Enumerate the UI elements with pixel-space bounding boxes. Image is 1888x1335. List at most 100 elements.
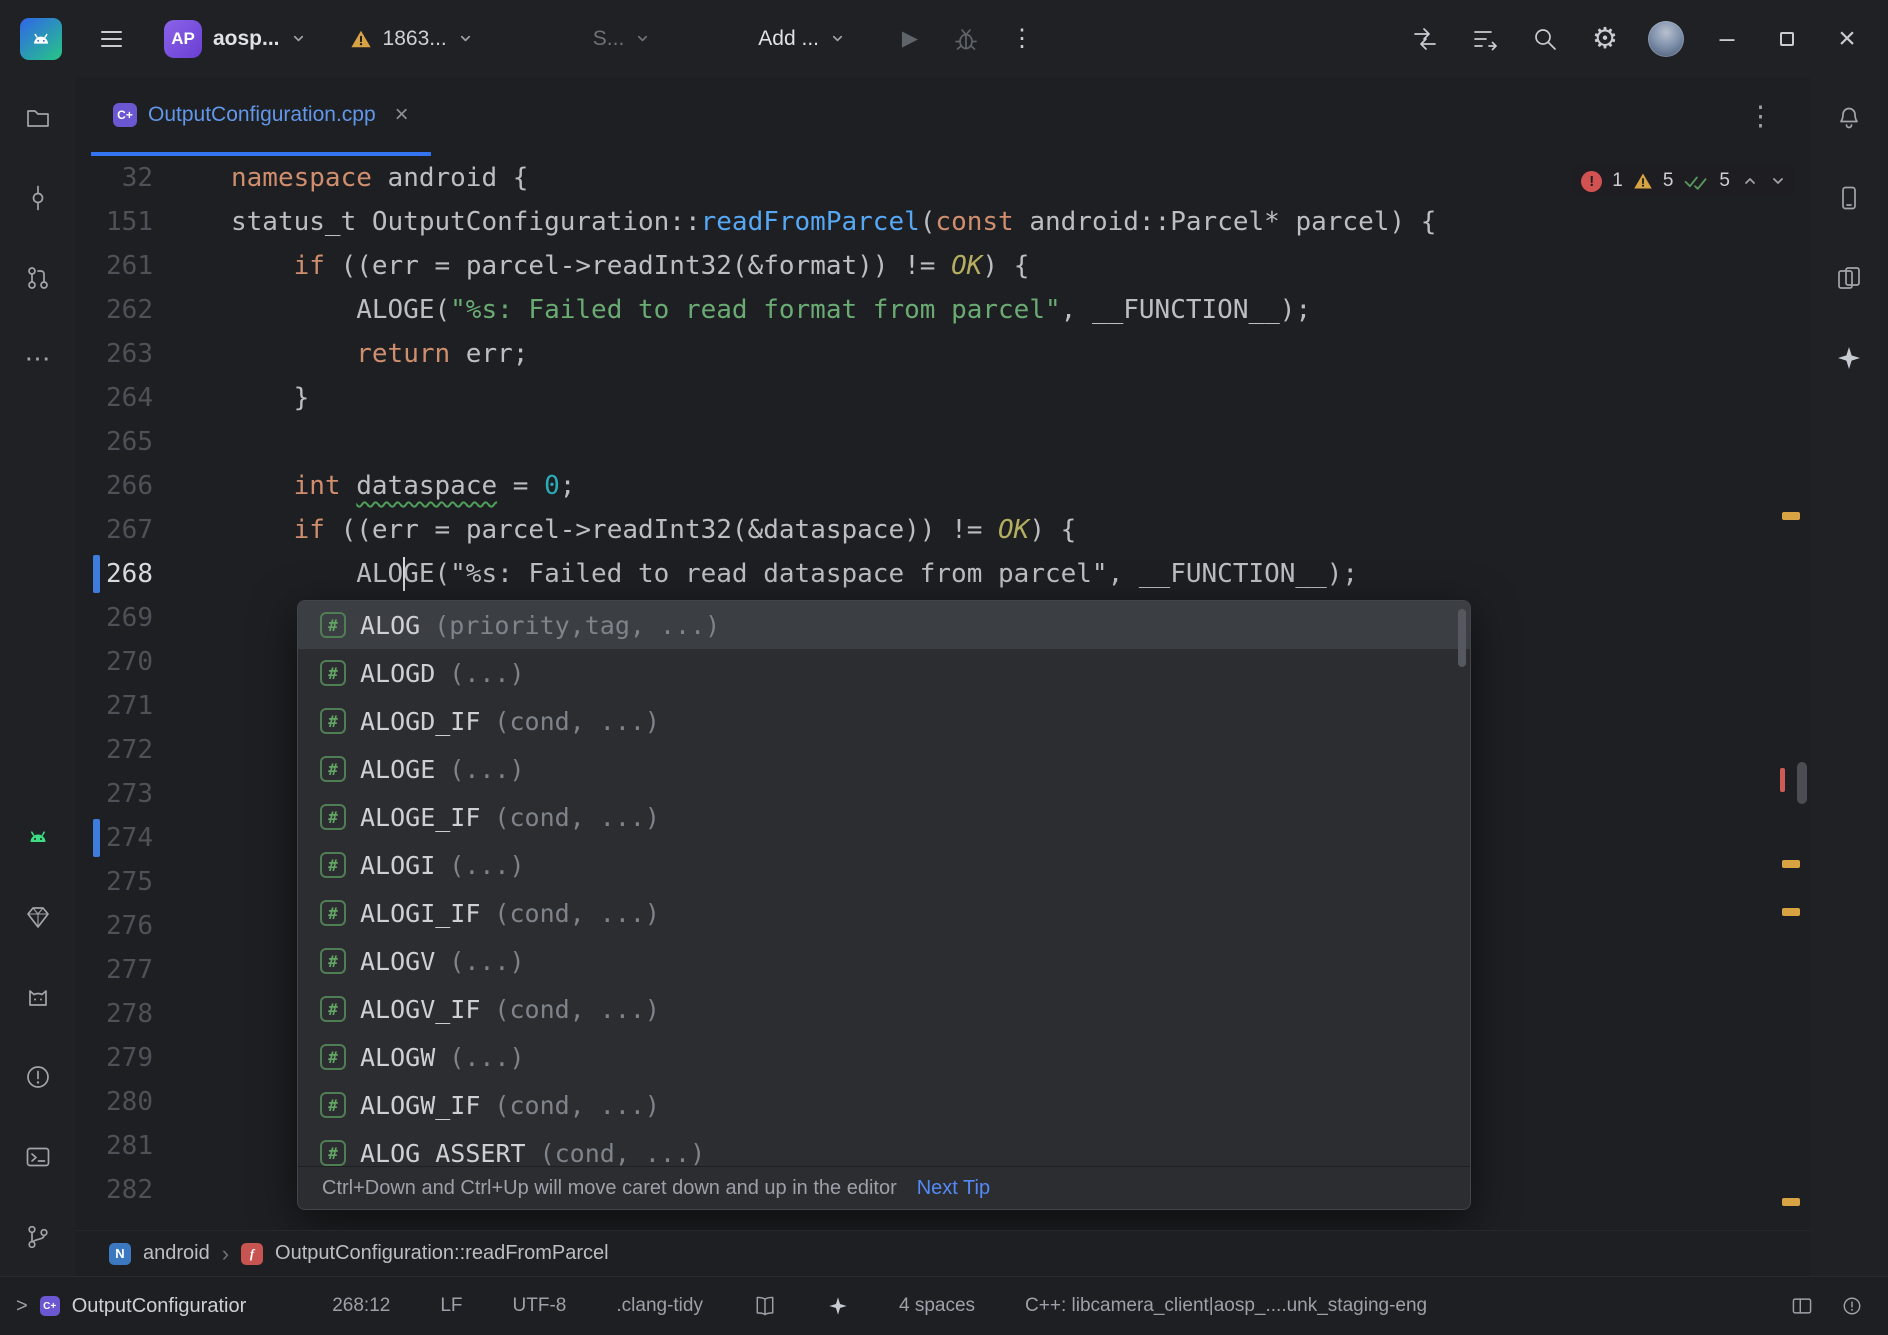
line-number[interactable]: 278 xyxy=(75,992,231,1036)
chevron-down-icon[interactable] xyxy=(1770,173,1786,189)
code-with-me-button[interactable] xyxy=(1408,22,1442,56)
line-number[interactable]: 262 xyxy=(75,288,231,332)
window-layout-icon[interactable] xyxy=(1790,1294,1814,1318)
completion-item[interactable]: #ALOGI(...) xyxy=(298,841,1470,889)
line-number[interactable]: 275 xyxy=(75,860,231,904)
completion-item[interactable]: #ALOGE_IF(cond, ...) xyxy=(298,793,1470,841)
code-line[interactable]: 266 int dataspace = 0; xyxy=(75,464,1810,508)
reader-mode-icon[interactable] xyxy=(753,1294,777,1318)
line-number[interactable]: 266 xyxy=(75,464,231,508)
error-indicator-icon[interactable] xyxy=(1840,1294,1864,1318)
line-number[interactable]: 273 xyxy=(75,772,231,816)
completion-item[interactable]: #ALOGW(...) xyxy=(298,1033,1470,1081)
more-actions-button[interactable]: ⋮ xyxy=(1005,22,1039,56)
code-line[interactable]: 267 if ((err = parcel->readInt32(&datasp… xyxy=(75,508,1810,552)
line-number[interactable]: 267 xyxy=(75,508,231,552)
app-quality-insights-button[interactable] xyxy=(23,902,53,932)
line-number[interactable]: 276 xyxy=(75,904,231,948)
running-devices-button[interactable] xyxy=(1834,263,1864,293)
line-number[interactable]: 261 xyxy=(75,244,231,288)
ruler-mark-warning[interactable] xyxy=(1782,860,1800,868)
completion-item[interactable]: #ALOGV(...) xyxy=(298,937,1470,985)
code-editor[interactable]: 32namespace android {151status_t OutputC… xyxy=(75,156,1810,1230)
pull-requests-tool-button[interactable] xyxy=(23,263,53,293)
code-line[interactable]: 264 } xyxy=(75,376,1810,420)
project-widget[interactable]: AP aosp... xyxy=(152,12,318,66)
line-number[interactable]: 151 xyxy=(75,200,231,244)
line-number[interactable]: 32 xyxy=(75,156,231,200)
completion-item[interactable]: #ALOGW_IF(cond, ...) xyxy=(298,1081,1470,1129)
next-tip-link[interactable]: Next Tip xyxy=(917,1177,990,1200)
line-number[interactable]: 264 xyxy=(75,376,231,420)
tab-outputconfiguration-cpp[interactable]: C+ OutputConfiguration.cpp × xyxy=(91,77,431,156)
completion-item[interactable]: #ALOGV_IF(cond, ...) xyxy=(298,985,1470,1033)
completion-item[interactable]: #ALOGD(...) xyxy=(298,649,1470,697)
commit-tool-button[interactable] xyxy=(23,183,53,213)
code-line[interactable]: 261 if ((err = parcel->readInt32(&format… xyxy=(75,244,1810,288)
breadcrumb-item-function[interactable]: OutputConfiguration::readFromParcel xyxy=(275,1242,609,1265)
project-tool-button[interactable] xyxy=(23,103,53,133)
vcs-change-marker[interactable] xyxy=(93,819,100,857)
toolchain-widget[interactable]: C++: libcamera_client|aosp_....unk_stagi… xyxy=(1025,1295,1427,1317)
run-configuration-widget[interactable]: S... xyxy=(581,19,663,59)
user-avatar[interactable] xyxy=(1648,21,1684,57)
debug-button[interactable] xyxy=(949,22,983,56)
completion-item[interactable]: #ALOGE(...) xyxy=(298,745,1470,793)
line-number[interactable]: 271 xyxy=(75,684,231,728)
main-menu-button[interactable] xyxy=(94,22,128,56)
line-number[interactable]: 263 xyxy=(75,332,231,376)
ruler-mark-error[interactable] xyxy=(1780,768,1785,792)
close-tab-icon[interactable]: × xyxy=(395,101,409,129)
completion-item[interactable]: #ALOG(priority,tag, ...) xyxy=(298,601,1470,649)
search-everywhere-button[interactable] xyxy=(1528,22,1562,56)
line-number[interactable]: 269 xyxy=(75,596,231,640)
vcs-change-marker[interactable] xyxy=(93,555,100,593)
inspections-widget[interactable]: ! 1 5 5 xyxy=(1573,166,1794,196)
encoding-widget[interactable]: UTF-8 xyxy=(513,1295,567,1317)
clang-tidy-widget[interactable]: .clang-tidy xyxy=(616,1295,703,1317)
line-number[interactable]: 280 xyxy=(75,1080,231,1124)
code-line[interactable]: 263 return err; xyxy=(75,332,1810,376)
line-number[interactable]: 265 xyxy=(75,420,231,464)
minimize-button[interactable]: – xyxy=(1710,22,1744,56)
gemini-button[interactable] xyxy=(1834,343,1864,373)
ruler-mark-warning[interactable] xyxy=(1782,1198,1800,1206)
line-number[interactable]: 279 xyxy=(75,1036,231,1080)
notifications-button[interactable] xyxy=(1834,103,1864,133)
logcat-button[interactable] xyxy=(23,982,53,1012)
line-number[interactable]: 270 xyxy=(75,640,231,684)
statusbar-file-name[interactable]: OutputConfiguratior xyxy=(72,1295,247,1318)
editor-scrollbar-thumb[interactable] xyxy=(1797,762,1807,804)
breadcrumb-item-namespace[interactable]: android xyxy=(143,1242,210,1265)
expand-chevron-icon[interactable]: > xyxy=(16,1295,28,1318)
maximize-button[interactable] xyxy=(1770,22,1804,56)
completion-scrollbar[interactable] xyxy=(1458,609,1466,667)
code-line[interactable]: 268 ALOGE("%s: Failed to read dataspace … xyxy=(75,552,1810,596)
ruler-mark-warning[interactable] xyxy=(1782,512,1800,520)
ruler-mark-warning[interactable] xyxy=(1782,908,1800,916)
indent-widget[interactable]: 4 spaces xyxy=(899,1295,975,1317)
problems-button[interactable] xyxy=(23,1062,53,1092)
task-list-button[interactable] xyxy=(1468,22,1502,56)
chevron-up-icon[interactable] xyxy=(1742,173,1758,189)
line-number[interactable]: 277 xyxy=(75,948,231,992)
line-number[interactable]: 272 xyxy=(75,728,231,772)
settings-button[interactable]: ⚙ xyxy=(1588,22,1622,56)
android-tool-button[interactable] xyxy=(23,822,53,852)
completion-item[interactable]: #ALOG_ASSERT(cond, ...) xyxy=(298,1129,1470,1166)
code-line[interactable]: 262 ALOGE("%s: Failed to read format fro… xyxy=(75,288,1810,332)
close-window-button[interactable]: × xyxy=(1830,22,1864,56)
line-number[interactable]: 281 xyxy=(75,1124,231,1168)
device-manager-button[interactable] xyxy=(1834,183,1864,213)
device-selector-widget[interactable]: Add ... xyxy=(746,19,857,59)
more-tool-windows-button[interactable]: ⋯ xyxy=(23,343,53,373)
run-button[interactable]: ▶ xyxy=(893,22,927,56)
version-control-button[interactable] xyxy=(23,1222,53,1252)
line-ending-widget[interactable]: LF xyxy=(440,1295,462,1317)
ai-sparkle-icon[interactable] xyxy=(827,1295,849,1317)
code-line[interactable]: 265 xyxy=(75,420,1810,464)
caret-position-widget[interactable]: 268:12 xyxy=(332,1295,390,1317)
code-line[interactable]: 151status_t OutputConfiguration::readFro… xyxy=(75,200,1810,244)
line-number[interactable]: 282 xyxy=(75,1168,231,1212)
completion-item[interactable]: #ALOGI_IF(cond, ...) xyxy=(298,889,1470,937)
